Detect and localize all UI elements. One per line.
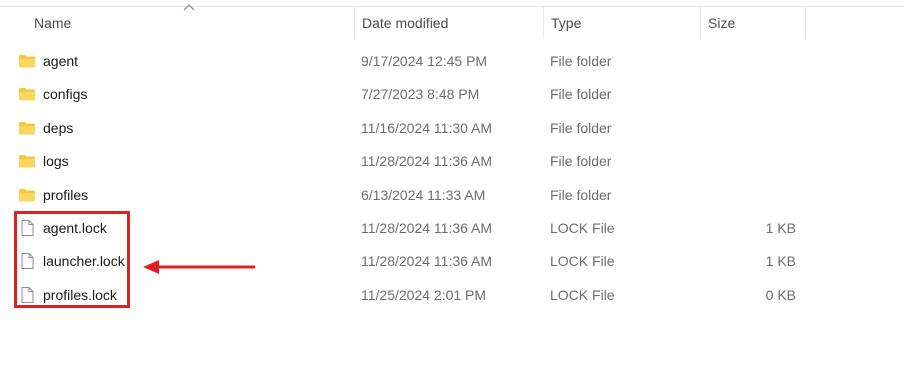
column-header-name[interactable]: Name [27,7,354,39]
file-type: File folder [550,119,612,136]
file-row[interactable]: logs 11/28/2024 11:36 AM File folder [0,145,904,178]
file-date-modified: 7/27/2023 8:48 PM [361,86,480,103]
file-date-modified: 11/28/2024 11:36 AM [361,220,493,236]
file-size [700,112,796,145]
file-size [700,179,796,212]
annotation-highlight-box [14,211,130,308]
file-type: LOCK File [550,220,615,236]
file-row[interactable]: profiles 6/13/2024 11:33 AM File folder [0,179,904,212]
column-header-row: Name Date modified Type Size [0,4,904,39]
file-name: deps [43,119,74,136]
column-separator[interactable] [805,7,806,39]
file-date-modified: 11/25/2024 2:01 PM [361,286,487,303]
column-header-size[interactable]: Size [701,7,805,39]
file-name: profiles [43,186,89,203]
file-type: LOCK File [550,286,615,303]
file-date-modified: 9/17/2024 12:45 PM [361,53,488,69]
folder-icon [18,153,36,169]
file-row[interactable]: agent.lock 11/28/2024 11:36 AM LOCK File 1 … [0,212,904,245]
column-header-date-modified[interactable]: Date modified [355,7,543,39]
folder-icon [18,86,36,102]
file-row[interactable]: configs 7/27/2023 8:48 PM File folder [0,78,904,111]
file-type: File folder [550,186,612,203]
file-size [700,145,796,178]
file-type: File folder [550,53,612,69]
file-type: File folder [550,86,612,103]
file-size: 1 KB [765,220,796,236]
file-row[interactable]: agent 9/17/2024 12:45 PM File folder [0,45,904,78]
file-row[interactable]: deps 11/16/2024 11:30 AM File folder [0,112,904,145]
file-size [700,78,796,111]
folder-icon [18,53,36,69]
file-row[interactable]: profiles.lock 11/25/2024 2:01 PM LOCK File… [0,279,904,312]
file-date-modified: 11/28/2024 11:36 AM [361,153,493,170]
file-type: File folder [550,153,612,170]
file-size [700,45,796,78]
file-date-modified: 6/13/2024 11:33 AM [361,186,486,203]
annotation-arrow-icon [143,260,255,274]
file-name: agent [43,53,79,69]
file-name: configs [43,86,88,103]
column-header-type[interactable]: Type [544,7,700,39]
folder-icon [18,120,36,136]
file-row[interactable]: launcher.lock 11/28/2024 11:36 AM LOCK Fil… [0,245,904,278]
file-type: LOCK File [550,253,615,270]
file-size: 0 KB [765,286,796,303]
folder-icon [18,187,36,203]
file-size: 1 KB [765,253,796,270]
file-date-modified: 11/28/2024 11:36 AM [361,253,493,270]
file-name: logs [43,153,69,170]
file-date-modified: 11/16/2024 11:30 AM [361,119,493,136]
